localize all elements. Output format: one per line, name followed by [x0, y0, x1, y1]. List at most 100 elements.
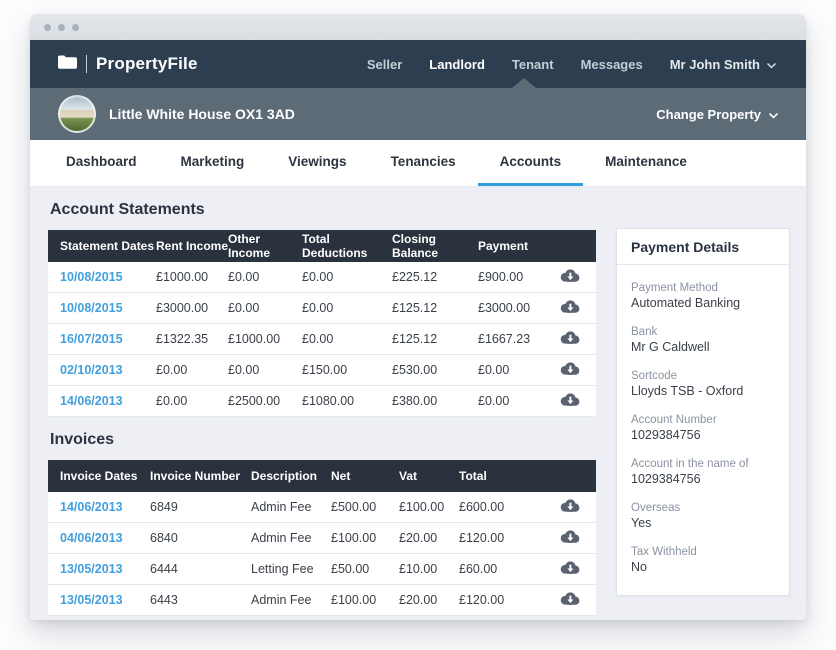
- download-button[interactable]: [559, 529, 580, 547]
- change-property-label: Change Property: [656, 107, 761, 122]
- tab-marketing[interactable]: Marketing: [159, 140, 267, 186]
- rent-income-cell: £0.00: [156, 363, 228, 377]
- statements-heading: Account Statements: [50, 201, 596, 219]
- invoice-date-link[interactable]: 13/05/2013: [60, 593, 123, 607]
- top-nav: PropertyFile Seller Landlord Tenant Mess…: [30, 40, 806, 88]
- column-header: Statement Dates: [60, 239, 156, 253]
- tab-viewings[interactable]: Viewings: [266, 140, 368, 186]
- net-cell: £500.00: [331, 500, 399, 514]
- nav-item-tenant[interactable]: Tenant: [512, 57, 554, 72]
- column-header: Invoice Number: [150, 469, 251, 483]
- column-header: Vat: [399, 469, 459, 483]
- payment-cell: £900.00: [478, 270, 540, 284]
- download-button[interactable]: [559, 498, 580, 516]
- change-property-button[interactable]: Change Property: [656, 107, 778, 122]
- payment-cell: £1667.23: [478, 332, 540, 346]
- invoice-row: 13/05/2013 6443 Admin Fee £100.00 £20.00…: [48, 585, 596, 616]
- statements-table: Statement Dates Rent Income Other Income…: [48, 230, 596, 417]
- invoice-date-link[interactable]: 14/06/2013: [60, 500, 123, 514]
- column-header: Invoice Dates: [60, 469, 150, 483]
- download-button[interactable]: [559, 330, 580, 348]
- rent-income-cell: £1000.00: [156, 270, 228, 284]
- vat-cell: £20.00: [399, 531, 459, 545]
- field-value: 1029384756: [631, 471, 775, 488]
- statement-date-link[interactable]: 02/10/2013: [60, 363, 123, 377]
- download-button[interactable]: [559, 299, 580, 317]
- payment-details-title: Payment Details: [617, 229, 789, 265]
- download-button[interactable]: [559, 268, 580, 286]
- statement-row: 14/06/2013 £0.00 £2500.00 £1080.00 £380.…: [48, 386, 596, 417]
- rent-income-cell: £3000.00: [156, 301, 228, 315]
- cloud-download-icon: [559, 299, 580, 317]
- total-deductions-cell: £0.00: [302, 270, 392, 284]
- description-cell: Admin Fee: [251, 500, 331, 514]
- total-deductions-cell: £0.00: [302, 301, 392, 315]
- total-cell: £120.00: [459, 593, 524, 607]
- payment-detail-field: Account Number 1029384756: [631, 413, 775, 444]
- field-label: Tax Withheld: [631, 545, 775, 559]
- statement-row: 10/08/2015 £1000.00 £0.00 £0.00 £225.12 …: [48, 262, 596, 293]
- payment-cell: £0.00: [478, 394, 540, 408]
- statement-date-link[interactable]: 10/08/2015: [60, 301, 123, 315]
- rent-income-cell: £0.00: [156, 394, 228, 408]
- vat-cell: £10.00: [399, 562, 459, 576]
- column-header: Payment: [478, 239, 540, 253]
- cloud-download-icon: [559, 268, 580, 286]
- section-tabs: Dashboard Marketing Viewings Tenancies A…: [30, 140, 806, 187]
- property-title: Little White House OX1 3AD: [109, 106, 295, 122]
- other-income-cell: £0.00: [228, 270, 302, 284]
- statement-date-link[interactable]: 10/08/2015: [60, 270, 123, 284]
- nav-item-landlord[interactable]: Landlord: [429, 57, 485, 72]
- total-deductions-cell: £1080.00: [302, 394, 392, 408]
- statement-date-link[interactable]: 16/07/2015: [60, 332, 123, 346]
- other-income-cell: £2500.00: [228, 394, 302, 408]
- payment-details-panel: Payment Details Payment Method Automated…: [616, 228, 790, 596]
- nav-item-seller[interactable]: Seller: [367, 57, 402, 72]
- nav-menu: Seller Landlord Tenant Messages Mr John …: [367, 57, 776, 72]
- download-button[interactable]: [559, 560, 580, 578]
- tab-tenancies[interactable]: Tenancies: [369, 140, 478, 186]
- field-label: Account in the name of: [631, 457, 775, 471]
- cloud-download-icon: [559, 498, 580, 516]
- net-cell: £100.00: [331, 531, 399, 545]
- brand-logo: PropertyFile: [58, 54, 198, 74]
- download-button[interactable]: [559, 361, 580, 379]
- property-bar: Little White House OX1 3AD Change Proper…: [30, 88, 806, 140]
- invoice-row: 14/06/2013 6849 Admin Fee £500.00 £100.0…: [48, 492, 596, 523]
- download-button[interactable]: [559, 591, 580, 609]
- invoice-date-link[interactable]: 13/05/2013: [60, 562, 123, 576]
- active-nav-pointer: [512, 78, 536, 88]
- net-cell: £50.00: [331, 562, 399, 576]
- vat-cell: £20.00: [399, 593, 459, 607]
- tab-accounts[interactable]: Accounts: [478, 140, 584, 186]
- tab-maintenance[interactable]: Maintenance: [583, 140, 709, 186]
- nav-item-messages[interactable]: Messages: [581, 57, 643, 72]
- chevron-down-icon: [769, 107, 778, 122]
- app-window: PropertyFile Seller Landlord Tenant Mess…: [30, 14, 806, 620]
- payment-detail-field: Bank Mr G Caldwell: [631, 325, 775, 356]
- invoice-number-cell: 6443: [150, 593, 251, 607]
- field-label: Payment Method: [631, 281, 775, 295]
- closing-balance-cell: £380.00: [392, 394, 478, 408]
- total-cell: £120.00: [459, 531, 524, 545]
- invoice-date-link[interactable]: 04/06/2013: [60, 531, 123, 545]
- folder-icon: [58, 55, 77, 74]
- payment-detail-field: Tax Withheld No: [631, 545, 775, 576]
- window-control-dot: [58, 24, 65, 31]
- payment-detail-field: Sortcode Lloyds TSB - Oxford: [631, 369, 775, 400]
- payment-detail-field: Account in the name of 1029384756: [631, 457, 775, 488]
- column-header: Closing Balance: [392, 232, 478, 260]
- chevron-down-icon: [767, 57, 776, 72]
- statement-date-link[interactable]: 14/06/2013: [60, 394, 123, 408]
- brand-name: PropertyFile: [96, 54, 198, 74]
- cloud-download-icon: [559, 529, 580, 547]
- main-column: Account Statements Statement Dates Rent …: [48, 187, 596, 616]
- statement-row: 10/08/2015 £3000.00 £0.00 £0.00 £125.12 …: [48, 293, 596, 324]
- download-button[interactable]: [559, 392, 580, 410]
- field-label: Account Number: [631, 413, 775, 427]
- user-menu[interactable]: Mr John Smith: [670, 57, 776, 72]
- column-header: Total Deductions: [302, 232, 392, 260]
- field-value: Yes: [631, 515, 775, 532]
- tab-dashboard[interactable]: Dashboard: [44, 140, 159, 186]
- content-area: Account Statements Statement Dates Rent …: [30, 187, 806, 620]
